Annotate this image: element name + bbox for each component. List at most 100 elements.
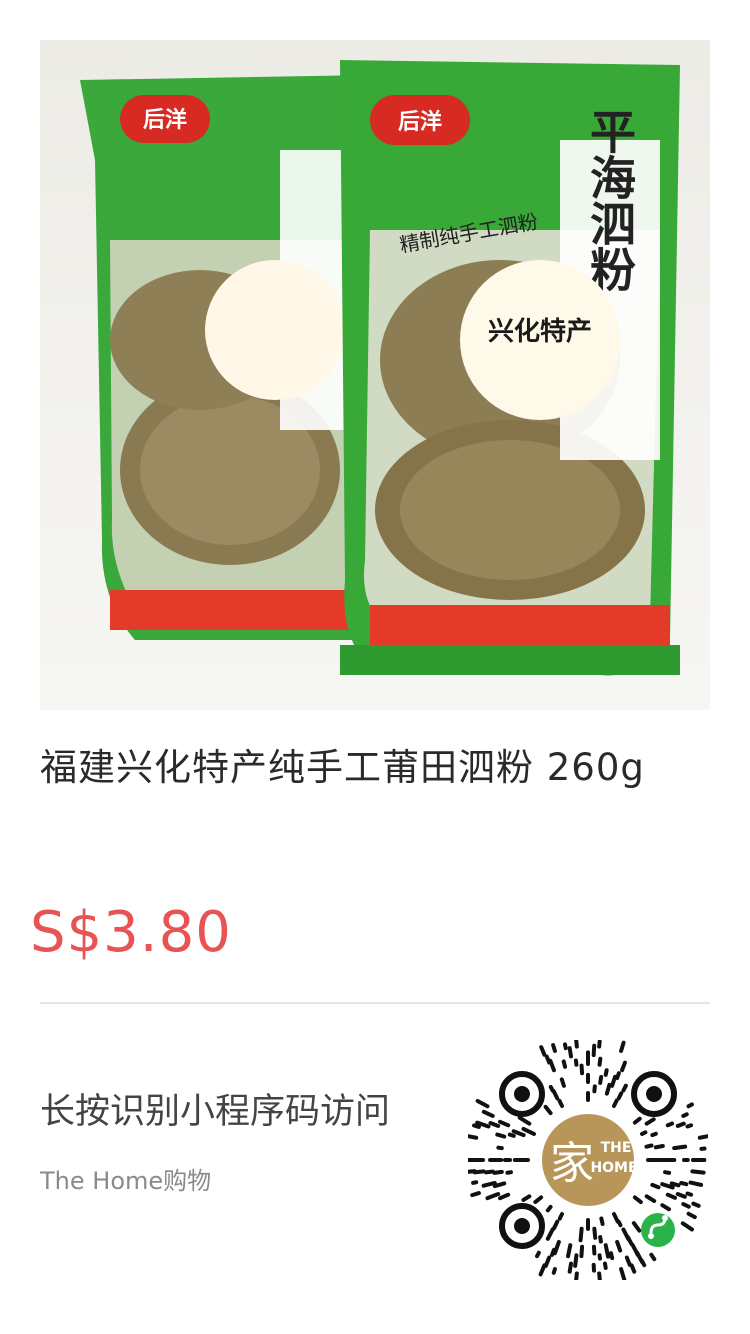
scan-hint-text: 长按识别小程序码访问	[40, 1092, 391, 1132]
qr-dot	[548, 1084, 555, 1093]
rice-noodle-package-image: 后洋 后洋 平海泗粉 兴化特产 精制纯手工泗粉	[80, 60, 680, 676]
qr-dot	[543, 1255, 552, 1268]
divider	[40, 1002, 710, 1004]
qr-dot	[550, 1247, 556, 1257]
package-right: 后洋 平海泗粉 兴化特产 精制纯手工泗粉	[340, 60, 680, 676]
qr-dot	[498, 1119, 511, 1128]
qr-dot	[653, 1144, 665, 1150]
qr-dot	[579, 1063, 585, 1076]
qr-dot	[464, 1133, 479, 1140]
qr-dot	[681, 1202, 691, 1209]
qr-dot	[561, 1059, 568, 1069]
qr-dot	[559, 1077, 566, 1088]
qr-dot	[481, 1109, 495, 1118]
qr-dot	[608, 1251, 615, 1261]
qr-dot	[616, 1219, 623, 1228]
qr-dot	[620, 1060, 627, 1073]
qr-dot	[612, 1212, 620, 1224]
store-name: The Home购物	[40, 1167, 212, 1195]
qr-dot	[472, 1123, 481, 1129]
qr-dot	[598, 1235, 603, 1244]
qr-dot	[603, 1243, 611, 1259]
qr-dot	[597, 1056, 603, 1067]
qr-dot	[669, 1181, 681, 1188]
qr-dot	[602, 1261, 608, 1270]
qr-dot	[685, 1123, 694, 1129]
qr-dot	[573, 1253, 579, 1268]
qr-dot	[495, 1132, 507, 1139]
qr-dot	[688, 1180, 704, 1187]
qr-dot	[686, 1211, 697, 1220]
qr-dot	[640, 1130, 648, 1136]
qr-dot	[632, 1195, 643, 1205]
qr-dot	[660, 1203, 671, 1212]
qr-corner-bottom-left	[499, 1203, 545, 1249]
qr-dot	[691, 1201, 701, 1208]
qr-dot	[484, 1169, 495, 1175]
qr-dot	[533, 1195, 544, 1205]
qr-dot	[626, 1235, 634, 1246]
qr-dot	[649, 1252, 657, 1262]
qr-dot	[543, 1104, 553, 1116]
qr-dot	[644, 1117, 656, 1126]
qr-dot	[598, 1074, 604, 1085]
qr-dot	[616, 1091, 624, 1101]
qr-dot	[521, 1194, 532, 1202]
package-badge: 兴化特产	[488, 316, 592, 347]
qr-dot	[498, 1192, 511, 1201]
qr-dot	[615, 1239, 623, 1253]
qr-dot	[574, 1038, 579, 1049]
qr-dot	[592, 1226, 598, 1240]
qr-dot	[612, 1098, 619, 1108]
qr-dot	[488, 1121, 501, 1128]
qr-dot	[573, 1271, 579, 1285]
qr-dot	[690, 1169, 706, 1175]
qr-dot	[644, 1194, 657, 1203]
qr-dot	[538, 1263, 547, 1277]
qr-dot	[578, 1226, 584, 1243]
qr-dot	[650, 1182, 661, 1190]
qr-dot	[665, 1121, 675, 1128]
qr-dot	[470, 1191, 481, 1198]
logo-line1: THE	[601, 1140, 632, 1156]
mini-program-code-icon[interactable]: 家 THE HOME	[462, 1038, 713, 1285]
package-name: 平海泗粉	[583, 108, 637, 292]
product-image: 后洋 后洋 平海泗粉 兴化特产 精制纯手工泗粉	[40, 40, 710, 710]
qr-dot	[686, 1102, 694, 1109]
qr-dot	[615, 1071, 621, 1081]
qr-dot	[567, 1046, 574, 1059]
qr-dot	[471, 1180, 479, 1185]
qr-dot	[551, 1043, 557, 1053]
qr-dot	[663, 1170, 672, 1175]
qr-dot	[535, 1250, 541, 1259]
mini-program-badge-icon	[641, 1213, 675, 1247]
qr-dot	[557, 1098, 564, 1108]
qr-dot	[481, 1180, 497, 1188]
qr-dot	[567, 1261, 574, 1274]
package-brand-right: 后洋	[398, 109, 442, 135]
qr-dot	[639, 1258, 647, 1268]
qr-dot	[475, 1099, 490, 1109]
qr-dot	[603, 1068, 609, 1077]
product-title: 福建兴化特产纯手工莆田泗粉 260g	[40, 746, 645, 789]
qr-dot	[629, 1263, 637, 1274]
qr-dot	[665, 1192, 678, 1200]
qr-dot	[650, 1131, 658, 1138]
qr-dot	[566, 1243, 573, 1259]
qr-corner-top-left	[499, 1071, 545, 1117]
qr-dot	[680, 1221, 694, 1232]
logo-line2: HOME	[590, 1160, 637, 1176]
qr-dot	[631, 1221, 642, 1233]
qr-dot	[591, 1043, 597, 1058]
qr-dot	[492, 1169, 504, 1175]
qr-dot	[621, 1083, 628, 1093]
qr-dot	[644, 1143, 654, 1149]
qr-dot	[551, 1219, 560, 1231]
qr-dot	[604, 1082, 612, 1096]
qr-dot	[539, 1045, 547, 1057]
qr-corner-top-right	[631, 1071, 677, 1117]
qr-dot	[675, 1121, 686, 1128]
qr-dot	[672, 1144, 688, 1151]
qr-dot	[579, 1244, 585, 1259]
qr-dot	[552, 1239, 561, 1256]
